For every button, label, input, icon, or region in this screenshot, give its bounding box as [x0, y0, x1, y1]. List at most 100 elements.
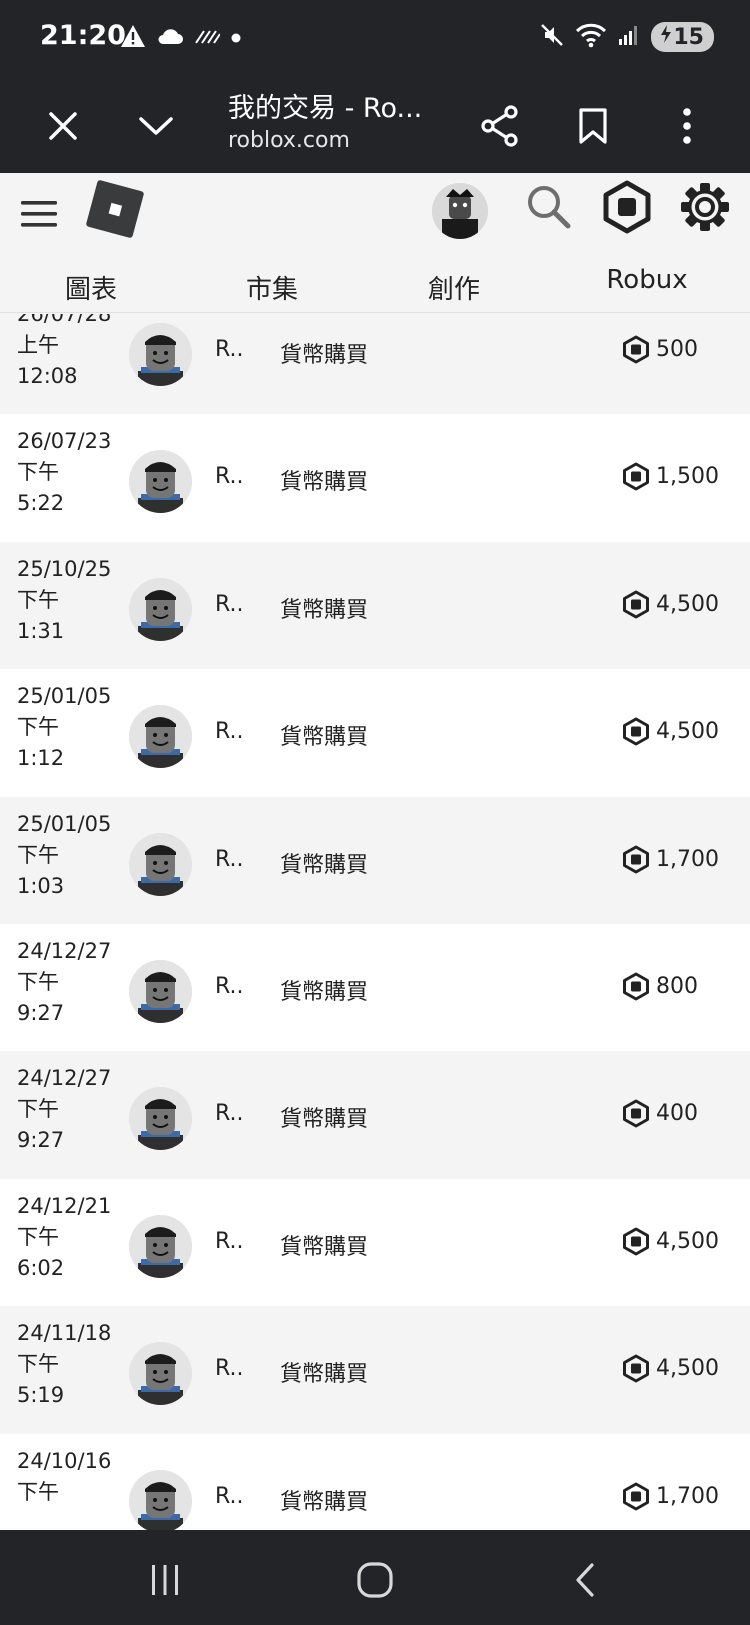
transaction-name[interactable]: R.. — [215, 1356, 244, 1381]
transaction-description: 貨幣購買 — [280, 979, 369, 1005]
home-button[interactable] — [350, 1555, 400, 1605]
roblox-header: 圖表 市集 創作 Robux — [0, 173, 750, 313]
table-row: 25/01/05 下午 1:03 R.. 貨幣購買 1,700 — [0, 796, 750, 924]
transaction-description: 貨幣購買 — [280, 343, 369, 368]
bookmark-button[interactable] — [563, 96, 623, 156]
transaction-avatar[interactable] — [129, 1469, 192, 1530]
robux-icon — [623, 1354, 649, 1383]
recents-icon — [152, 1565, 178, 1595]
transaction-avatar[interactable] — [129, 323, 192, 386]
transaction-datetime: 25/10/25 下午 1:31 — [17, 554, 111, 647]
table-row: 26/07/28 上午 12:08 R.. 貨幣購買 500 — [0, 314, 750, 415]
transaction-avatar[interactable] — [129, 1214, 192, 1278]
transaction-time: 1:31 — [17, 618, 65, 643]
signal-stripes-icon — [194, 27, 221, 49]
transaction-date: 24/11/18 — [17, 1321, 112, 1346]
transaction-description: 貨幣購買 — [280, 597, 369, 623]
transaction-name[interactable]: R.. — [215, 847, 244, 872]
transaction-name[interactable]: R.. — [215, 464, 244, 489]
battery-icon — [659, 24, 673, 50]
page-title: 我的交易 - Ro... — [228, 93, 423, 124]
share-button[interactable] — [470, 96, 530, 156]
roblox-logo[interactable] — [84, 178, 146, 240]
transaction-description: 貨幣購買 — [280, 470, 369, 496]
transaction-time: 9:27 — [17, 1000, 65, 1025]
transaction-amount: 4,500 — [622, 1354, 719, 1383]
robux-icon — [623, 462, 649, 491]
tab-charts[interactable]: 圖表 — [65, 269, 117, 306]
more-menu-button[interactable] — [657, 96, 717, 156]
transaction-amount-value: 800 — [656, 973, 698, 999]
transaction-name[interactable]: R.. — [215, 974, 244, 999]
dot-icon — [230, 29, 242, 48]
transaction-period: 下午 — [17, 969, 59, 994]
page-url[interactable]: roblox.com — [228, 128, 350, 153]
bookmark-icon — [579, 108, 607, 144]
transaction-time: 6:02 — [17, 1255, 65, 1280]
transaction-avatar[interactable] — [129, 1087, 192, 1151]
transaction-amount-value: 500 — [656, 337, 698, 362]
transaction-avatar[interactable] — [129, 959, 192, 1023]
back-button[interactable] — [560, 1555, 610, 1605]
battery-level: 15 — [673, 24, 704, 50]
transaction-amount-value: 1,700 — [656, 846, 719, 872]
search-button[interactable] — [525, 183, 573, 231]
table-row: 24/12/27 下午 9:27 R.. 貨幣購買 800 — [0, 923, 750, 1052]
transaction-avatar[interactable] — [129, 832, 192, 896]
menu-button[interactable] — [18, 193, 60, 235]
transaction-period: 上午 — [17, 333, 59, 357]
table-row: 24/12/21 下午 6:02 R.. 貨幣購買 4,500 — [0, 1178, 750, 1307]
transaction-amount: 500 — [622, 335, 698, 364]
table-row: 25/10/25 下午 1:31 R.. 貨幣購買 4,500 — [0, 541, 750, 670]
battery-indicator: 15 — [651, 22, 714, 52]
close-button[interactable] — [33, 96, 93, 156]
transaction-time: 9:27 — [17, 1128, 65, 1153]
transaction-datetime: 24/11/18 下午 5:19 — [17, 1318, 111, 1411]
transaction-amount-value: 4,500 — [656, 1356, 719, 1382]
status-bar: 21:20 15 — [0, 0, 750, 78]
tab-marketplace[interactable]: 市集 — [246, 269, 298, 306]
transaction-time: 5:19 — [17, 1383, 65, 1408]
transaction-avatar[interactable] — [129, 705, 192, 769]
transaction-time: 1:12 — [17, 746, 65, 771]
robux-icon — [623, 845, 649, 874]
transaction-amount: 800 — [622, 972, 698, 1001]
transaction-datetime: 24/12/27 下午 9:27 — [17, 1063, 111, 1156]
robux-icon — [623, 1227, 649, 1256]
transaction-avatar[interactable] — [129, 450, 192, 514]
table-row: 25/01/05 下午 1:12 R.. 貨幣購買 4,500 — [0, 669, 750, 797]
status-icons-left — [120, 24, 242, 52]
transaction-period: 下午 — [17, 460, 59, 485]
transaction-name[interactable]: R.. — [215, 1229, 244, 1254]
transaction-period: 下午 — [17, 1352, 59, 1377]
robux-button[interactable] — [600, 180, 654, 234]
transaction-name[interactable]: R.. — [215, 337, 244, 362]
table-row: 24/10/16 下午 R.. 貨幣購買 1,700 — [0, 1433, 750, 1530]
transaction-amount: 400 — [622, 1099, 698, 1128]
robux-icon — [603, 180, 651, 234]
transaction-name[interactable]: R.. — [215, 719, 244, 744]
transaction-name[interactable]: R.. — [215, 1484, 244, 1509]
user-avatar-button[interactable] — [432, 183, 488, 239]
transaction-date: 25/10/25 — [17, 556, 112, 581]
settings-button[interactable] — [678, 180, 732, 234]
transaction-period: 下午 — [17, 1479, 59, 1504]
table-row: 24/11/18 下午 5:19 R.. 貨幣購買 4,500 — [0, 1306, 750, 1434]
cell-signal-icon — [617, 23, 641, 51]
collapse-button[interactable] — [126, 96, 186, 156]
transaction-avatar[interactable] — [129, 1342, 192, 1406]
transaction-date: 24/12/21 — [17, 1193, 112, 1218]
tab-robux[interactable]: Robux — [606, 265, 687, 295]
transaction-avatar[interactable] — [129, 577, 192, 641]
robux-icon — [623, 590, 649, 619]
transaction-name[interactable]: R.. — [215, 592, 244, 617]
recents-button[interactable] — [140, 1555, 190, 1605]
transaction-amount: 4,500 — [622, 1227, 719, 1256]
wifi-icon — [575, 22, 607, 52]
tab-create[interactable]: 創作 — [428, 269, 480, 306]
transaction-period: 下午 — [17, 842, 59, 867]
transaction-name[interactable]: R.. — [215, 1101, 244, 1126]
robux-icon — [623, 972, 649, 1001]
search-icon — [528, 186, 571, 229]
transactions-list[interactable]: 26/07/28 上午 12:08 R.. 貨幣購買 500 26/07/23 … — [0, 314, 750, 1530]
